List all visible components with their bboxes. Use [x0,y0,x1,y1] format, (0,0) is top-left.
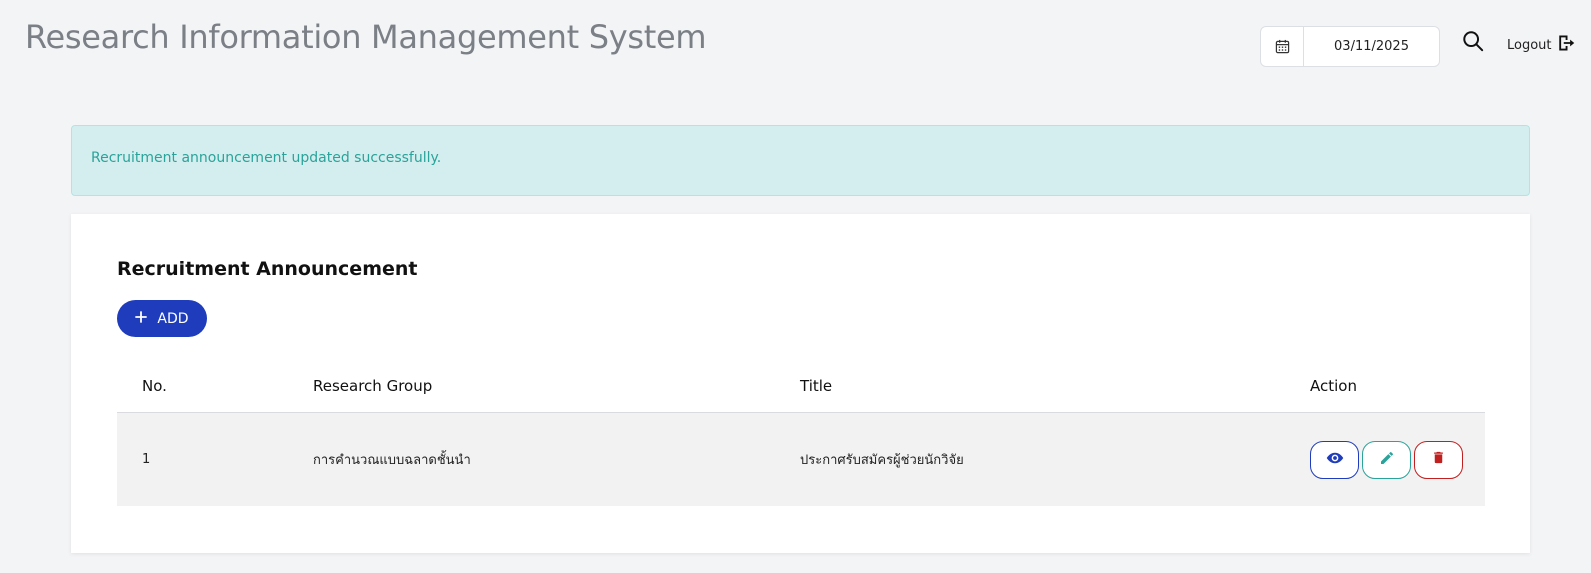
logout-label[interactable]: Logout [1507,38,1552,53]
search-button[interactable] [1460,30,1486,56]
announcement-table: No. Research Group Title Action 1 การคำน… [117,359,1485,506]
logout-icon[interactable] [1557,34,1575,56]
header-no: No. [142,376,167,395]
table-header: No. Research Group Title Action [117,359,1485,413]
view-button[interactable] [1310,440,1359,479]
search-icon[interactable] [1462,30,1484,56]
header-action: Action [1310,376,1357,395]
calendar-icon[interactable] [1261,27,1304,66]
trash-icon [1431,450,1446,469]
header-research-group: Research Group [313,376,433,395]
app-title: Research Information Management System [25,18,707,56]
row-research-group: การคำนวณแบบฉลาดชั้นนำ [313,453,471,468]
add-button[interactable]: ADD [117,300,207,337]
pencil-icon [1379,450,1395,470]
section-title: Recruitment Announcement [117,258,418,280]
edit-button[interactable] [1362,440,1411,479]
row-no: 1 [142,452,151,467]
success-alert: Recruitment announcement updated success… [71,125,1530,196]
date-picker[interactable]: 03/11/2025 [1260,26,1440,67]
add-label: ADD [157,310,189,327]
table-row: 1 การคำนวณแบบฉลาดชั้นนำ ประกาศรับสมัครผู… [117,413,1485,506]
row-actions [1285,440,1485,479]
announcement-card: Recruitment Announcement ADD No. Researc… [71,214,1530,553]
delete-button[interactable] [1414,440,1463,479]
eye-icon [1326,449,1344,471]
plus-icon [135,310,148,327]
logout-button[interactable]: Logout [1507,34,1575,56]
alert-message: Recruitment announcement updated success… [91,149,442,166]
row-title: ประกาศรับสมัครผู้ช่วยนักวิจัย [800,453,964,468]
date-value[interactable]: 03/11/2025 [1304,39,1439,54]
header-title: Title [800,376,833,395]
